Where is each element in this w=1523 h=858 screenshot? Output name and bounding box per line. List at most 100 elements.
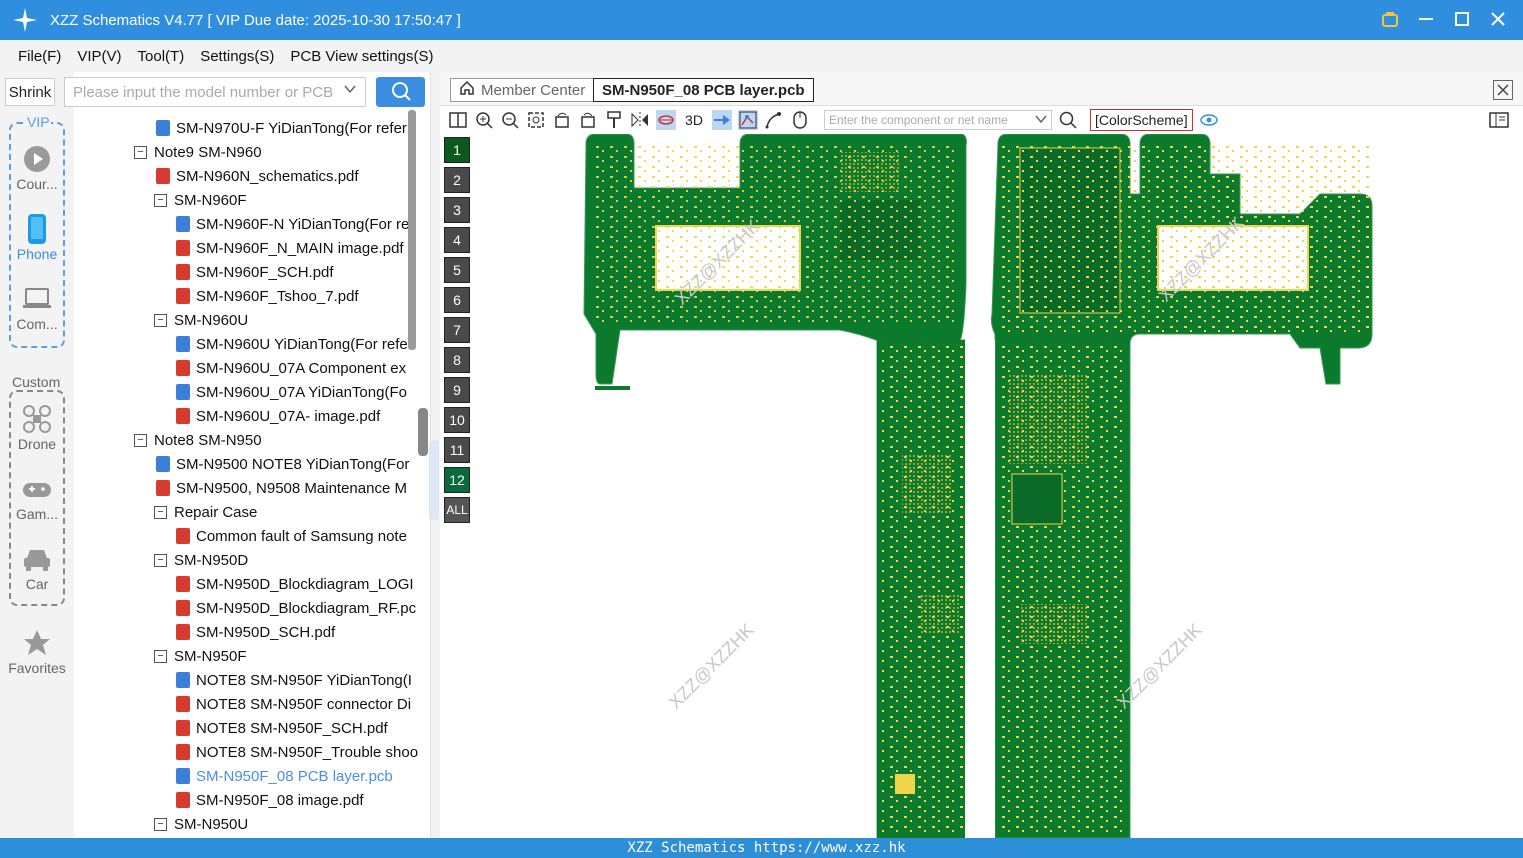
- zoom-out-icon[interactable]: [500, 110, 520, 130]
- tree-file[interactable]: NOTE8 SM-N950F_SCH.pdf: [176, 716, 388, 740]
- pcb-canvas[interactable]: XZZ@XZZHK XZZ@XZZHK XZZ@XZZHK XZZ@XZZHK: [440, 134, 1523, 838]
- sidebar-item-drone[interactable]: Drone: [0, 404, 74, 452]
- pin-arrow-icon[interactable]: [712, 110, 732, 130]
- color-scheme-button[interactable]: [ColorScheme]: [1090, 109, 1193, 131]
- tree-file[interactable]: NOTE8 SM-N950F_Trouble shoo: [176, 740, 418, 764]
- collapse-toggle-icon[interactable]: −: [154, 313, 167, 327]
- tree-file[interactable]: SM-N9500 NOTE8 YiDianTong(For: [156, 452, 409, 476]
- tree-folder[interactable]: − Repair Case: [154, 500, 257, 524]
- tree-folder[interactable]: − Note8 SM-N950: [134, 428, 262, 452]
- layer-button-3[interactable]: 3: [444, 197, 470, 223]
- vip-bag-icon[interactable]: [1379, 8, 1401, 30]
- chevron-down-icon[interactable]: [343, 82, 357, 100]
- tree-file[interactable]: SM-N960N_schematics.pdf: [156, 164, 359, 188]
- menu-pcb-view-settings[interactable]: PCB View settings(S): [290, 48, 433, 65]
- sidebar-item-game[interactable]: Gam...: [0, 474, 74, 522]
- layer-button-7[interactable]: 7: [444, 317, 470, 343]
- layer-button-5[interactable]: 5: [444, 257, 470, 283]
- collapse-toggle-icon[interactable]: −: [154, 817, 167, 831]
- component-search-input[interactable]: Enter the component or net name: [824, 110, 1052, 130]
- chevron-down-icon[interactable]: [1035, 113, 1047, 128]
- tree-folder[interactable]: − SM-N950D: [154, 548, 248, 572]
- layer-button-all[interactable]: ALL: [444, 497, 470, 523]
- layer-button-10[interactable]: 10: [444, 407, 470, 433]
- tree-scrollbar[interactable]: [408, 110, 416, 350]
- tree-folder[interactable]: − SM-N950U: [154, 812, 248, 836]
- tree-folder[interactable]: − Note9 SM-N960: [134, 140, 262, 164]
- collapse-panel-handle[interactable]: [429, 440, 439, 520]
- sidebar-item-phone[interactable]: Phone: [0, 214, 74, 262]
- tree-file[interactable]: SM-N950F_08 image.pdf: [176, 788, 364, 812]
- collapse-toggle-icon[interactable]: −: [154, 505, 167, 519]
- tree-folder[interactable]: − SM-N960F: [154, 188, 247, 212]
- layer-button-11[interactable]: 11: [444, 437, 470, 463]
- tree-file[interactable]: SM-N950D_SCH.pdf: [176, 620, 335, 644]
- sidebar-item-courses[interactable]: Cour...: [0, 144, 74, 192]
- close-tab-icon[interactable]: [1493, 80, 1513, 100]
- eye-icon[interactable]: [1199, 110, 1219, 130]
- menu-tool[interactable]: Tool(T): [138, 48, 185, 65]
- rotate-left-icon[interactable]: [552, 110, 572, 130]
- net-highlight-icon[interactable]: [738, 110, 758, 130]
- split-view-icon[interactable]: [448, 110, 468, 130]
- layer-button-4[interactable]: 4: [444, 227, 470, 253]
- tree-file[interactable]: SM-N950D_Blockdiagram_RF.pc: [176, 596, 416, 620]
- collapse-toggle-icon[interactable]: −: [134, 433, 147, 447]
- menu-file[interactable]: File(F): [18, 48, 61, 65]
- mouse-icon[interactable]: [790, 110, 810, 130]
- pdf-file-icon: [156, 168, 170, 184]
- close-button[interactable]: [1487, 8, 1509, 30]
- paint-brush-icon[interactable]: [604, 110, 624, 130]
- shrink-button[interactable]: Shrink: [5, 78, 55, 106]
- trace-route-icon[interactable]: [764, 110, 784, 130]
- rotate-right-icon[interactable]: [578, 110, 598, 130]
- mirror-icon[interactable]: [630, 110, 650, 130]
- tree-file[interactable]: SM-N960F_N_MAIN image.pdf: [176, 236, 404, 260]
- layer-button-1[interactable]: 1: [444, 137, 470, 163]
- tree-file[interactable]: SM-N9500, N9508 Maintenance M: [156, 476, 407, 500]
- tree-file[interactable]: SM-N960U_07A YiDianTong(Fo: [176, 380, 407, 404]
- sidebar-item-computer[interactable]: Com...: [0, 284, 74, 332]
- tree-file[interactable]: Common fault of Samsung note: [176, 524, 407, 548]
- collapse-toggle-icon[interactable]: −: [154, 553, 167, 567]
- component-search-icon[interactable]: [1058, 110, 1078, 130]
- tree-file[interactable]: NOTE8 SM-N950F connector Di: [176, 692, 411, 716]
- search-button[interactable]: [376, 77, 425, 107]
- tree-scrollbar-thumb[interactable]: [418, 408, 428, 456]
- view-3d-button[interactable]: 3D: [682, 110, 706, 130]
- sidebar-item-car[interactable]: Car: [0, 544, 74, 592]
- tree-file[interactable]: SM-N970U-F YiDianTong(For refer: [156, 116, 407, 140]
- tree-file[interactable]: SM-N960F_Tshoo_7.pdf: [176, 284, 359, 308]
- layer-button-6[interactable]: 6: [444, 287, 470, 313]
- search-input[interactable]: Please input the model number or PCB: [64, 77, 366, 107]
- tree-file[interactable]: SM-N960F_SCH.pdf: [176, 260, 334, 284]
- fit-view-icon[interactable]: [526, 110, 546, 130]
- tree-folder[interactable]: − SM-N960U: [154, 308, 248, 332]
- layer-button-8[interactable]: 8: [444, 347, 470, 373]
- pcb-board-drawing: [583, 134, 1373, 838]
- collapse-toggle-icon[interactable]: −: [154, 193, 167, 207]
- tree-file[interactable]: SM-N960U_07A Component ex: [176, 356, 406, 380]
- tree-file[interactable]: SM-N960U_07A- image.pdf: [176, 404, 380, 428]
- tree-file[interactable]: SM-N950F_08 PCB layer.pcb: [176, 764, 393, 788]
- layer-button-12[interactable]: 12: [444, 467, 470, 493]
- tree-file[interactable]: SM-N960U YiDianTong(For refe: [176, 332, 408, 356]
- collapse-toggle-icon[interactable]: −: [134, 145, 147, 159]
- zoom-in-icon[interactable]: [474, 110, 494, 130]
- minimize-button[interactable]: [1415, 8, 1437, 30]
- tree-folder[interactable]: − SM-N950F: [154, 644, 247, 668]
- layer-button-9[interactable]: 9: [444, 377, 470, 403]
- side-panel-icon[interactable]: [1489, 110, 1509, 130]
- menu-vip[interactable]: VIP(V): [77, 48, 121, 65]
- tree-file[interactable]: SM-N950D_Blockdiagram_LOGI: [176, 572, 414, 596]
- collapse-toggle-icon[interactable]: −: [154, 649, 167, 663]
- menu-settings[interactable]: Settings(S): [200, 48, 274, 65]
- sidebar-item-favorites[interactable]: Favorites: [0, 628, 74, 676]
- layer-button-2[interactable]: 2: [444, 167, 470, 193]
- tree-file[interactable]: SM-N960F-N YiDianTong(For re: [176, 212, 409, 236]
- tab-pcb-layer[interactable]: SM-N950F_08 PCB layer.pcb: [593, 78, 814, 102]
- tab-member-center[interactable]: Member Center: [450, 78, 595, 102]
- tree-file[interactable]: NOTE8 SM-N950F YiDianTong(I: [176, 668, 412, 692]
- flip-board-icon[interactable]: [656, 110, 676, 130]
- maximize-button[interactable]: [1451, 8, 1473, 30]
